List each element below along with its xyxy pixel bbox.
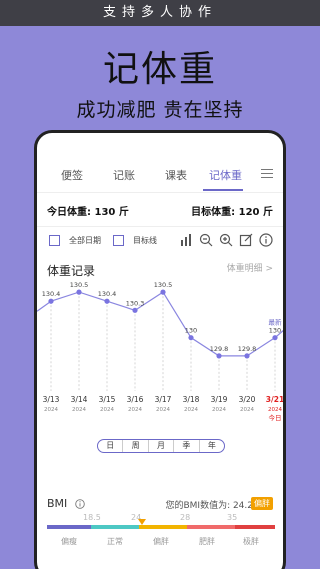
hero-title: 记体重	[102, 49, 217, 90]
x-tick-year: 2024	[72, 407, 86, 413]
active-tab-indicator	[203, 189, 243, 191]
today-weight: 今日体重: 130 斤	[47, 207, 129, 218]
x-tick-label: 3/19	[211, 395, 228, 404]
bmi-label: 偏胖	[153, 537, 169, 546]
bmi-title: BMI	[47, 497, 68, 510]
x-tick-year: 2024	[128, 407, 142, 413]
bmi-bar	[47, 525, 275, 529]
bmi-segment-extreme	[235, 525, 275, 529]
data-point	[216, 353, 222, 359]
data-label: 130	[185, 327, 197, 335]
data-point	[48, 298, 54, 304]
zoom-in-icon[interactable]	[219, 233, 233, 247]
tab-notes[interactable]: 便签	[61, 167, 83, 183]
menu-icon[interactable]	[261, 169, 273, 181]
x-tick-year: 2024	[268, 407, 282, 413]
data-label: 129.8	[210, 345, 229, 353]
info-icon[interactable]	[259, 233, 273, 247]
range-week[interactable]: 周	[123, 440, 149, 452]
bmi-value: 您的BMI数值为: 24.2	[165, 501, 253, 511]
bar-chart-icon[interactable]	[179, 233, 193, 247]
data-label: 130.5	[70, 281, 89, 289]
x-tick-label: 3/16	[127, 395, 144, 404]
banner: 支持多人协作	[0, 0, 320, 26]
x-tick-year: 2024	[240, 407, 254, 413]
data-label: 130	[269, 327, 281, 335]
x-tick-label: 3/13	[43, 395, 60, 404]
chart-toolbar: 全部日期 目标线	[37, 227, 283, 255]
data-point	[132, 307, 138, 313]
tab-bar: 便签 记账 课表 记体重	[37, 161, 283, 193]
bmi-label: 正常	[107, 537, 123, 546]
weight-chart: 130.4 130.5 130.4 130.3 130.5 130 129.8 129.8 13…	[37, 281, 284, 422]
bmi-scale-tick: 28	[180, 513, 191, 522]
data-point	[244, 353, 250, 359]
target-line-label: 目标线	[133, 236, 157, 245]
bmi-label: 极胖	[243, 537, 259, 546]
external-link-icon[interactable]	[239, 233, 253, 247]
x-tick-label: 3/18	[183, 395, 200, 404]
range-month[interactable]: 月	[149, 440, 175, 452]
zoom-out-icon[interactable]	[199, 233, 213, 247]
x-tick-year: 2024	[184, 407, 198, 413]
x-tick-label: 3/20	[239, 395, 256, 404]
all-dates-label: 全部日期	[69, 236, 101, 245]
bmi-segment-normal	[91, 525, 139, 529]
latest-label: 最新	[269, 318, 283, 327]
bmi-label: 肥胖	[199, 537, 215, 546]
x-tick-label: 3/14	[71, 395, 88, 404]
weight-summary: 今日体重: 130 斤 目标体重: 120 斤	[37, 193, 283, 227]
hero-subtitle: 成功减肥 贵在坚持	[76, 99, 244, 121]
bmi-segment-obese	[187, 525, 235, 529]
target-weight: 目标体重: 120 斤	[191, 207, 273, 218]
data-label: 129.8	[238, 345, 257, 353]
tab-weight[interactable]: 记体重	[209, 167, 242, 183]
range-selector: 日 周 月 季 年	[97, 439, 225, 453]
bmi-info-icon[interactable]	[75, 499, 85, 509]
bmi-scale-tick: 18.5	[83, 513, 101, 522]
bmi-segment-underweight	[47, 525, 91, 529]
x-tick-label: 3/17	[155, 395, 172, 404]
phone-frame: 便签 记账 课表 记体重 今日体重: 130 斤 目标体重: 120 斤 全部日…	[34, 130, 286, 569]
x-tick-label: 3/21	[266, 395, 284, 404]
bmi-badge: 偏胖	[251, 497, 273, 510]
tab-accounting[interactable]: 记账	[113, 167, 135, 183]
x-tick-year: 2024	[156, 407, 170, 413]
data-label: 130.4	[42, 290, 61, 298]
range-day[interactable]: 日	[98, 440, 124, 452]
bmi-scale-tick: 35	[227, 513, 238, 522]
today-label: 今日	[269, 413, 282, 422]
data-label: 130.3	[126, 299, 145, 307]
range-quarter[interactable]: 季	[174, 440, 200, 452]
data-label: 130.5	[154, 281, 173, 289]
data-label: 130.4	[98, 290, 117, 298]
range-year[interactable]: 年	[200, 440, 224, 452]
x-tick-year: 2024	[212, 407, 226, 413]
x-tick-label: 3/15	[99, 395, 116, 404]
target-line-checkbox[interactable]	[113, 235, 124, 246]
x-tick-year: 2024	[44, 407, 58, 413]
bmi-segment-overweight	[139, 525, 187, 529]
data-point	[188, 335, 194, 341]
tab-schedule[interactable]: 课表	[165, 167, 187, 183]
data-point	[272, 335, 278, 341]
data-point	[104, 298, 110, 304]
x-tick-year: 2024	[100, 407, 114, 413]
bmi-label: 偏瘦	[61, 537, 77, 546]
data-point	[76, 289, 82, 295]
all-dates-checkbox[interactable]	[49, 235, 60, 246]
data-point	[160, 289, 166, 295]
